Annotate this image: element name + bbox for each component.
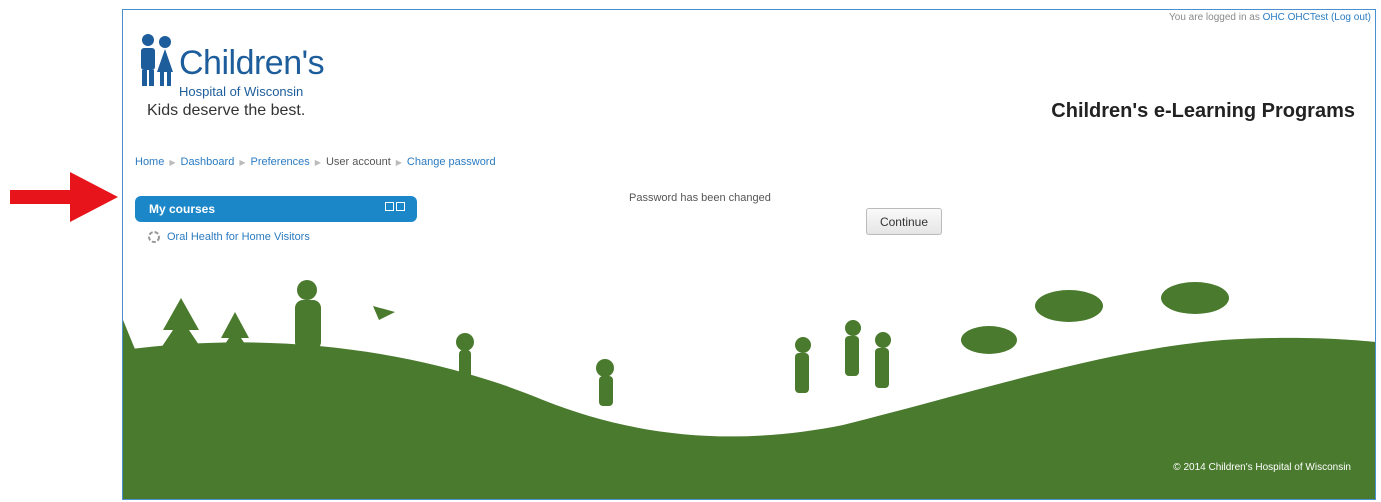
footer-copyright: © 2014 Children's Hospital of Wisconsin bbox=[1173, 462, 1351, 473]
collapse-icon[interactable] bbox=[385, 202, 394, 211]
block-controls bbox=[385, 202, 405, 211]
logout-link[interactable]: (Log out) bbox=[1331, 12, 1371, 23]
breadcrumb-separator-icon: ▶ bbox=[395, 158, 402, 167]
my-courses-title: My courses bbox=[149, 202, 216, 216]
hospital-logo[interactable]: Children's Hospital of Wisconsin bbox=[133, 24, 343, 99]
status-message: Password has been changed bbox=[629, 192, 771, 204]
breadcrumb-home[interactable]: Home bbox=[135, 156, 164, 168]
continue-button[interactable]: Continue bbox=[866, 208, 942, 235]
course-link-label[interactable]: Oral Health for Home Visitors bbox=[167, 231, 310, 243]
browser-page: You are logged in as OHC OHCTest (Log ou… bbox=[122, 9, 1376, 500]
breadcrumb-separator-icon: ▶ bbox=[169, 158, 176, 167]
login-info: You are logged in as OHC OHCTest (Log ou… bbox=[1169, 12, 1371, 23]
course-item[interactable]: Oral Health for Home Visitors bbox=[147, 230, 310, 244]
dock-icon[interactable] bbox=[396, 202, 405, 211]
user-profile-link[interactable]: OHC OHCTest bbox=[1263, 12, 1329, 23]
site-title: Children's e-Learning Programs bbox=[1051, 100, 1355, 122]
my-courses-block-header: My courses bbox=[135, 196, 417, 222]
red-arrow-annotation bbox=[10, 172, 118, 222]
children-figures-icon bbox=[141, 34, 173, 86]
breadcrumb: Home ▶ Dashboard ▶ Preferences ▶ User account ▶… bbox=[135, 156, 496, 168]
breadcrumb-separator-icon: ▶ bbox=[314, 158, 321, 167]
breadcrumb-preferences[interactable]: Preferences bbox=[250, 156, 309, 168]
breadcrumb-separator-icon: ▶ bbox=[239, 158, 246, 167]
course-icon bbox=[148, 231, 160, 243]
breadcrumb-user-account: User account bbox=[325, 156, 391, 168]
tagline: Kids deserve the best. bbox=[147, 102, 306, 119]
breadcrumb-change-password[interactable]: Change password bbox=[407, 156, 496, 168]
logo-subtitle: Hospital of Wisconsin bbox=[179, 84, 304, 99]
logo-title: Children's bbox=[179, 44, 325, 82]
breadcrumb-dashboard[interactable]: Dashboard bbox=[181, 156, 235, 168]
